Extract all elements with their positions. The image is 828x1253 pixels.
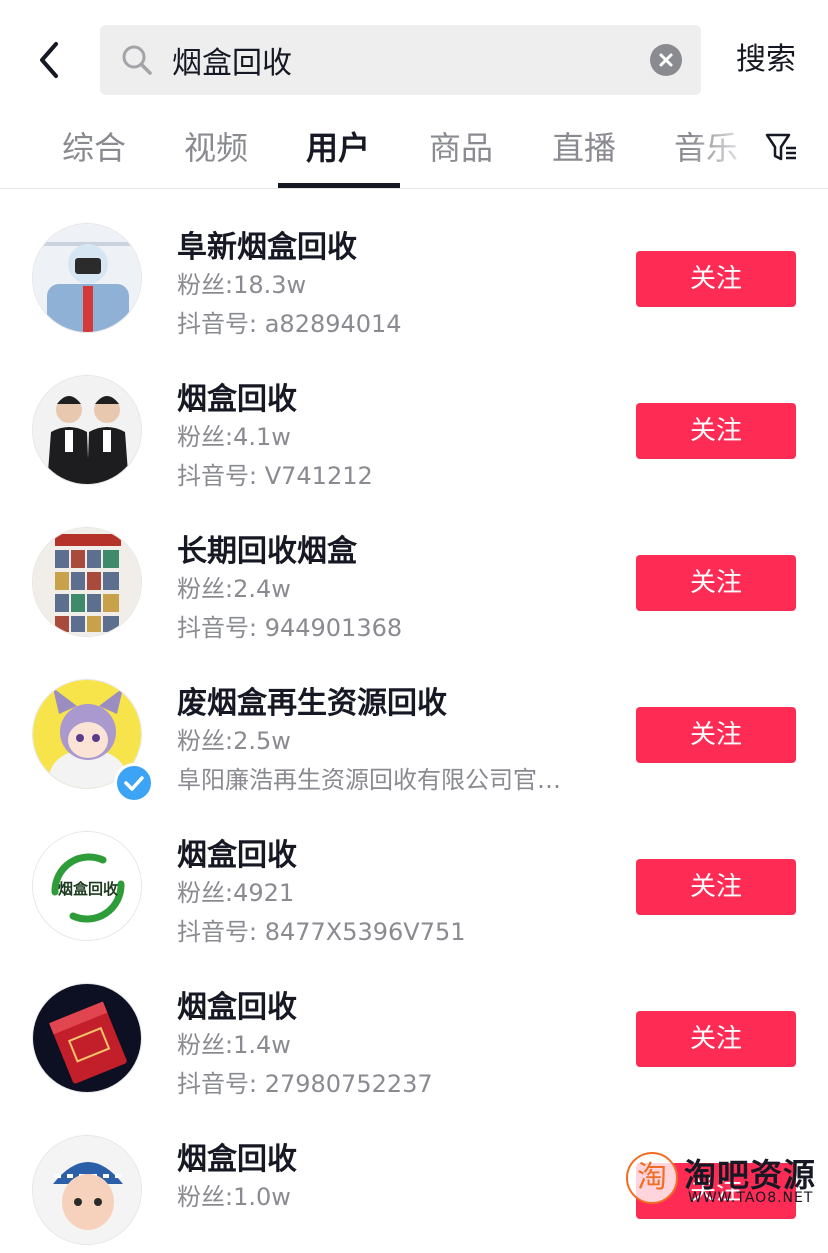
follower-count: 粉丝:2.5w	[177, 727, 291, 755]
chevron-left-icon	[40, 42, 58, 78]
avatar[interactable]	[32, 983, 142, 1093]
user-row[interactable]: 烟盒回收 粉丝:1.4w 抖音号: 27980752237 关注	[0, 949, 828, 1101]
user-name: 阜新烟盒回收	[177, 230, 357, 265]
search-button[interactable]: 搜索	[720, 36, 812, 84]
follower-count: 粉丝:2.4w	[177, 575, 291, 603]
user-name: 烟盒回收	[177, 1142, 297, 1177]
user-row[interactable]: 长期回收烟盒 粉丝:2.4w 抖音号: 944901368 关注	[0, 493, 828, 645]
user-row[interactable]: 阜新烟盒回收 粉丝:18.3w 抖音号: a82894014 关注	[0, 189, 828, 341]
avatar[interactable]	[32, 527, 142, 637]
tab-live[interactable]: 直播	[552, 126, 616, 170]
logo-text: 烟盒回收	[58, 880, 118, 898]
avatar[interactable]	[32, 375, 142, 485]
follower-count: 粉丝:1.0w	[177, 1183, 291, 1211]
user-description: 阜阳廉浩再生资源回收有限公司官…	[177, 766, 561, 794]
back-button[interactable]	[32, 38, 68, 82]
follow-button[interactable]: 关注	[636, 251, 796, 307]
follower-count: 粉丝:4921	[177, 879, 295, 907]
user-name: 废烟盒再生资源回收	[177, 686, 447, 721]
tab-comprehensive[interactable]: 综合	[62, 126, 126, 170]
tab-products[interactable]: 商品	[429, 126, 493, 170]
search-header: 搜索	[0, 0, 828, 112]
douyin-id: 抖音号: 27980752237	[177, 1070, 433, 1098]
user-name: 长期回收烟盒	[177, 534, 357, 569]
douyin-id: 抖音号: 8477X5396V751	[177, 918, 466, 946]
douyin-id: 抖音号: V741212	[177, 462, 373, 490]
tab-fade-overlay	[690, 112, 770, 186]
user-name: 烟盒回收	[177, 382, 297, 417]
follower-count: 粉丝:4.1w	[177, 423, 291, 451]
watermark-logo-icon: 淘	[626, 1152, 678, 1204]
follow-button[interactable]: 关注	[636, 555, 796, 611]
follower-count: 粉丝:1.4w	[177, 1031, 291, 1059]
follow-button[interactable]: 关注	[636, 403, 796, 459]
search-input[interactable]	[172, 37, 632, 83]
avatar[interactable]	[32, 223, 142, 333]
tab-users[interactable]: 用户	[306, 126, 370, 170]
douyin-id: 抖音号: 944901368	[177, 614, 403, 642]
user-row[interactable]: 废烟盒再生资源回收 粉丝:2.5w 阜阳廉浩再生资源回收有限公司官… 关注	[0, 645, 828, 803]
watermark: 淘 淘吧资源 WWW.TAO8.NET	[626, 1148, 826, 1213]
follower-count: 粉丝:18.3w	[177, 271, 307, 299]
result-tabs: 综合 视频 用户 商品 直播 音乐	[0, 112, 828, 189]
search-icon	[122, 45, 152, 75]
follow-button[interactable]: 关注	[636, 707, 796, 763]
user-row[interactable]: 烟盒回收 粉丝:4.1w 抖音号: V741212 关注	[0, 341, 828, 493]
follow-button[interactable]: 关注	[636, 1011, 796, 1067]
avatar[interactable]	[32, 1135, 142, 1245]
user-name: 烟盒回收	[177, 990, 297, 1025]
douyin-id: 抖音号: a82894014	[177, 310, 402, 338]
search-box[interactable]	[100, 25, 701, 95]
active-tab-indicator	[278, 183, 400, 188]
filter-icon[interactable]	[764, 130, 798, 164]
watermark-url: WWW.TAO8.NET	[688, 1190, 814, 1206]
tab-videos[interactable]: 视频	[184, 126, 248, 170]
user-row[interactable]: 烟盒回收 烟盒回收 粉丝:4921 抖音号: 8477X5396V751 关注	[0, 797, 828, 949]
user-name: 烟盒回收	[177, 838, 297, 873]
follow-button[interactable]: 关注	[636, 859, 796, 915]
clear-search-icon[interactable]	[650, 44, 682, 76]
avatar[interactable]: 烟盒回收	[32, 831, 142, 941]
